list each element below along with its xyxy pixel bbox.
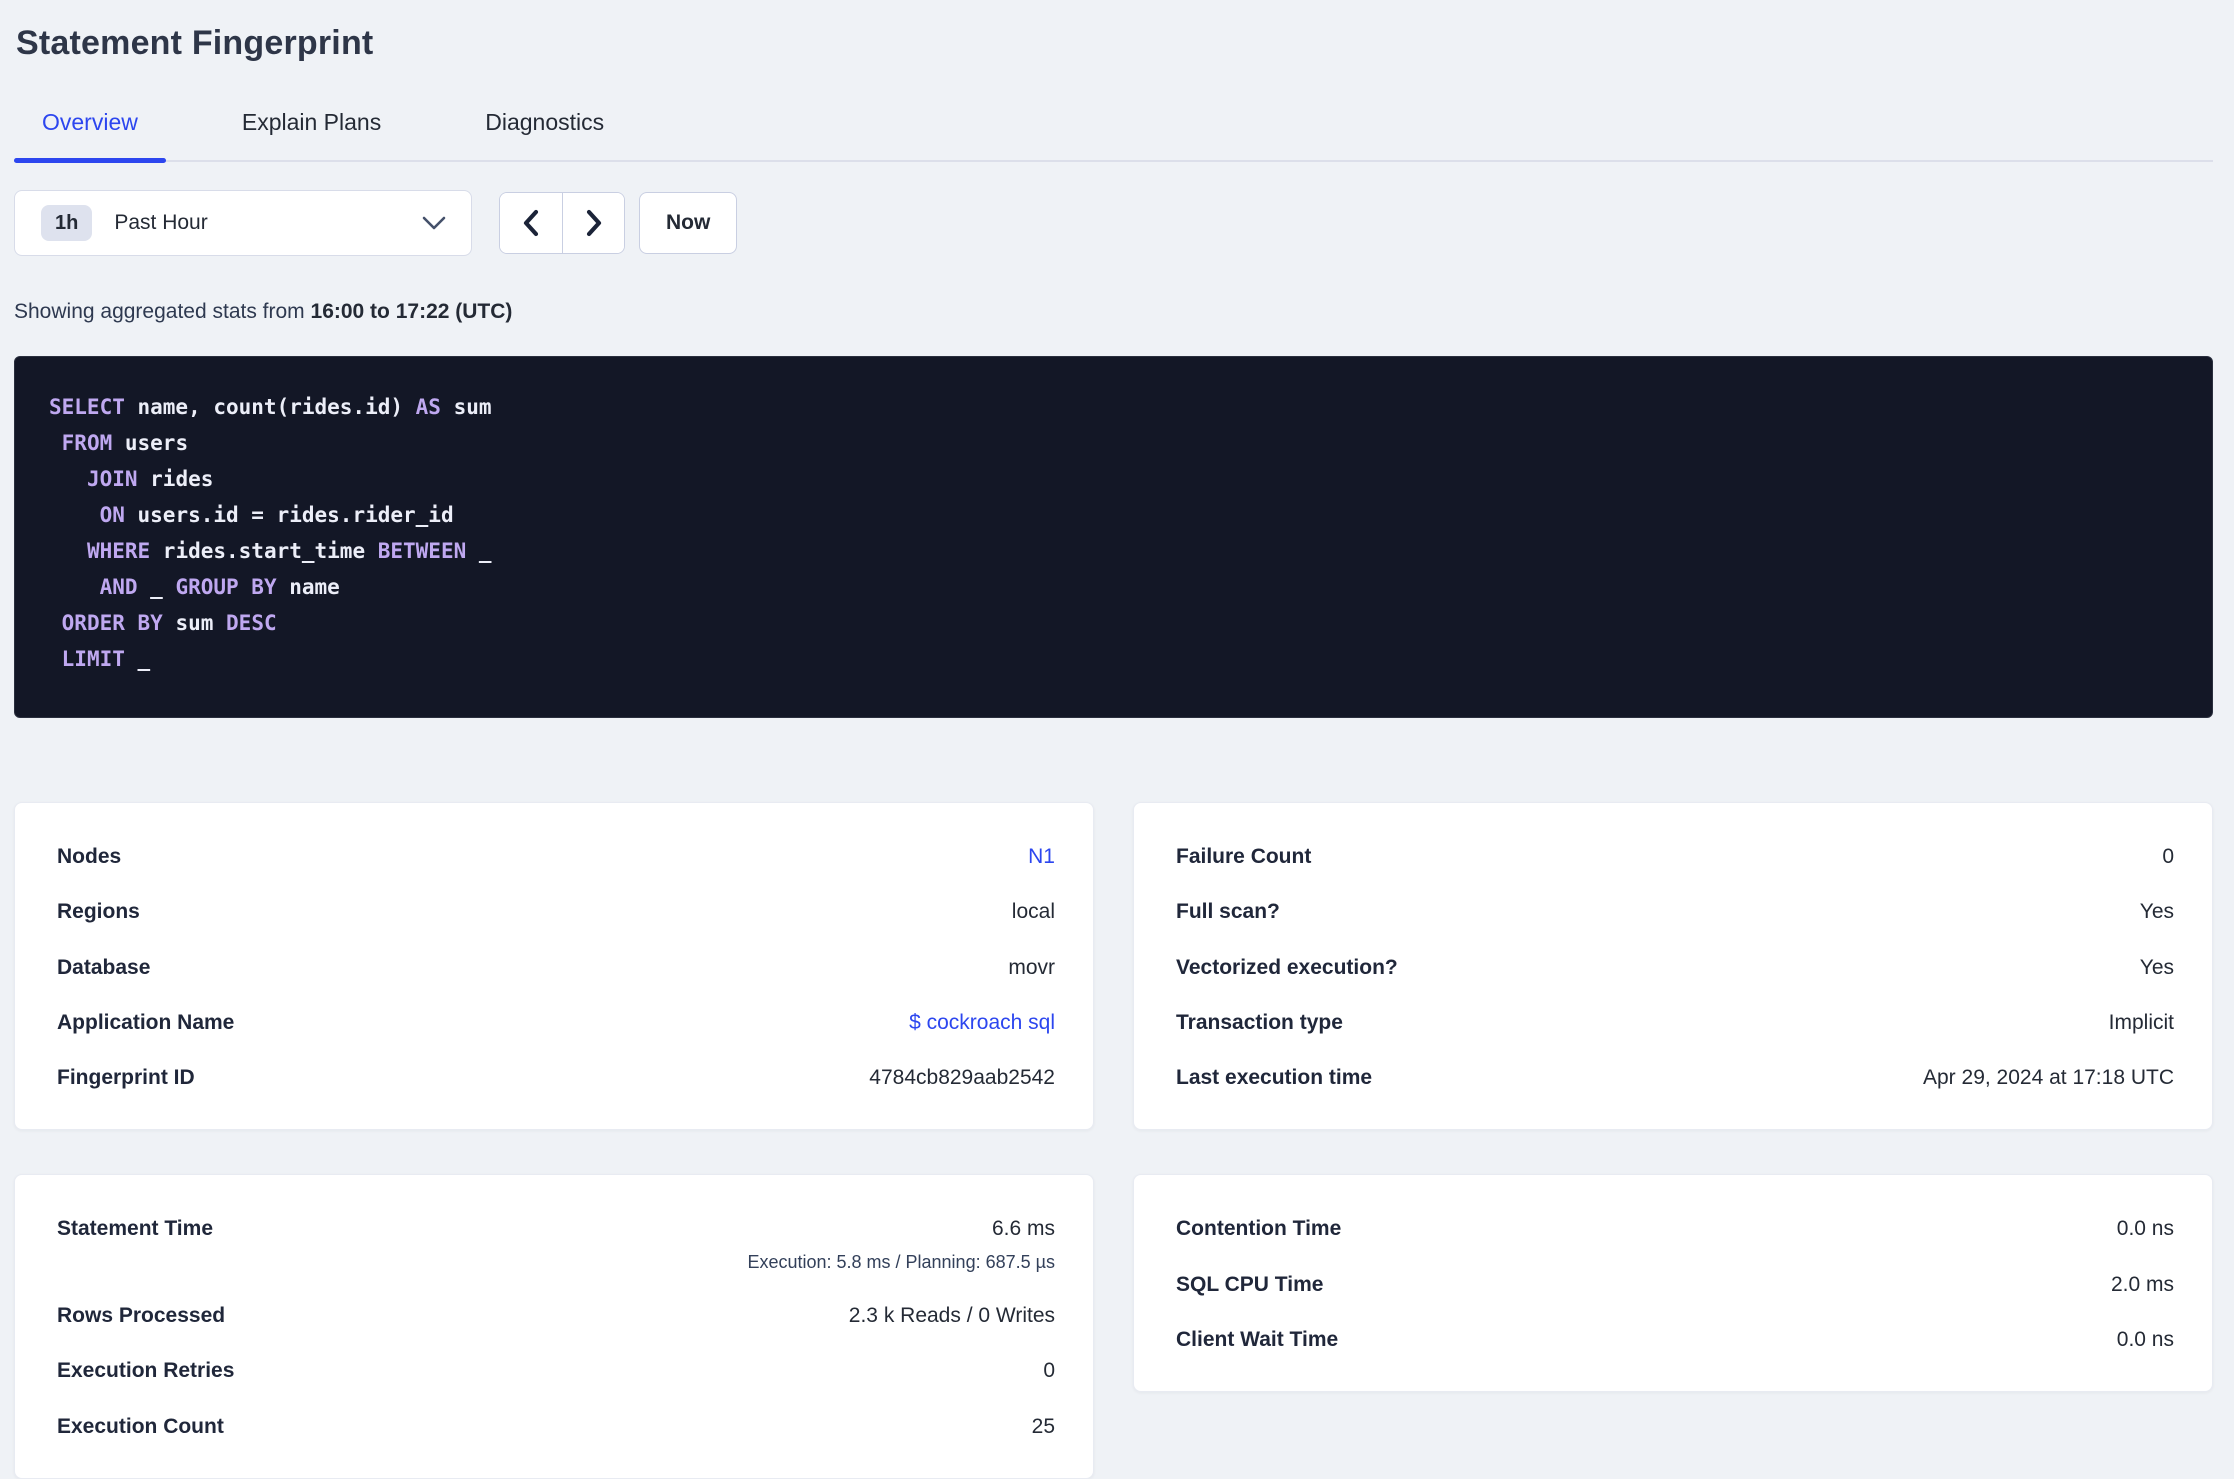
- aggregated-stats-caption: Showing aggregated stats from 16:00 to 1…: [14, 300, 2213, 324]
- stat-row: Transaction type Implicit: [1176, 995, 2174, 1050]
- stat-label: Statement Time: [57, 1217, 213, 1241]
- caption-prefix: Showing aggregated stats from: [14, 300, 311, 323]
- stat-value: 2.0 ms: [2110, 1272, 2174, 1296]
- wait-time-card: Contention Time 0.0 ns SQL CPU Time 2.0 ms C…: [1133, 1174, 2213, 1393]
- chevron-left-icon: [521, 209, 541, 237]
- stat-row: SQL CPU Time 2.0 ms: [1176, 1257, 2174, 1312]
- stat-value: local: [1011, 900, 1055, 924]
- stat-row: Client Wait Time 0.0 ns: [1176, 1312, 2174, 1367]
- stat-subvalue: Execution: 5.8 ms / Planning: 687.5 µs: [747, 1251, 1055, 1272]
- chevron-right-icon: [584, 209, 604, 237]
- stat-label: Transaction type: [1176, 1010, 1343, 1034]
- stat-value: 6.6 ms Execution: 5.8 ms / Planning: 687.…: [747, 1215, 1055, 1274]
- time-range-picker[interactable]: 1h Past Hour: [14, 190, 472, 256]
- tab-diagnostics[interactable]: Diagnostics: [457, 99, 632, 160]
- stat-label: Application Name: [57, 1010, 235, 1034]
- execution-attributes-card: Failure Count 0 Full scan? Yes Vectorized ex…: [1133, 802, 2213, 1131]
- stat-label: Last execution time: [1176, 1066, 1373, 1090]
- stat-label: Regions: [57, 900, 140, 924]
- time-controls: 1h Past Hour Now: [14, 190, 2213, 256]
- stat-value: 2.3 k Reads / 0 Writes: [848, 1304, 1055, 1328]
- timing-cards: Statement Time 6.6 ms Execution: 5.8 ms / …: [14, 1174, 2213, 1479]
- stat-value: Implicit: [2108, 1010, 2174, 1034]
- stat-label: Vectorized execution?: [1176, 955, 1398, 979]
- previous-interval-button[interactable]: [500, 193, 562, 253]
- stat-label: Rows Processed: [57, 1304, 226, 1328]
- stat-row: Vectorized execution? Yes: [1176, 940, 2174, 995]
- chevron-down-icon: [421, 215, 447, 231]
- stat-label: Contention Time: [1176, 1217, 1342, 1241]
- stat-value: 0.0 ns: [2116, 1328, 2174, 1352]
- time-step-buttons: [499, 192, 625, 254]
- stat-row: Failure Count 0: [1176, 829, 2174, 884]
- stat-row: Regions local: [57, 884, 1055, 939]
- stat-value: Yes: [2139, 900, 2174, 924]
- next-interval-button[interactable]: [562, 193, 624, 253]
- stat-value: Apr 29, 2024 at 17:18 UTC: [1923, 1066, 2174, 1090]
- stat-value: 0: [2162, 845, 2174, 868]
- statement-details-card: Nodes N1 Regions local Database movr Applicati…: [14, 802, 1094, 1131]
- sql-statement-code: SELECT name, count(rides.id) AS sum FROM…: [49, 395, 492, 671]
- stat-row: Application Name $ cockroach sql: [57, 995, 1055, 1050]
- stat-row: Full scan? Yes: [1176, 884, 2174, 939]
- stat-label: Client Wait Time: [1176, 1328, 1339, 1352]
- tabbar: Overview Explain Plans Diagnostics: [14, 99, 2213, 163]
- stat-row: Contention Time 0.0 ns: [1176, 1201, 2174, 1256]
- stat-label: Failure Count: [1176, 845, 1312, 868]
- statement-timing-card: Statement Time 6.6 ms Execution: 5.8 ms / …: [14, 1174, 1094, 1479]
- stat-label: SQL CPU Time: [1176, 1272, 1324, 1296]
- stat-row: Database movr: [57, 940, 1055, 995]
- tab-overview[interactable]: Overview: [14, 99, 166, 163]
- now-button[interactable]: Now: [639, 192, 738, 254]
- stat-row: Fingerprint ID 4784cb829aab2542: [57, 1050, 1055, 1105]
- caption-time-range: 16:00 to 17:22 (UTC): [310, 300, 513, 323]
- time-range-badge: 1h: [41, 205, 93, 241]
- stat-label: Execution Retries: [57, 1359, 235, 1383]
- stat-value: movr: [1008, 955, 1055, 979]
- stat-label: Database: [57, 955, 151, 979]
- stat-row: Nodes N1: [57, 829, 1055, 884]
- stat-value-link[interactable]: $ cockroach sql: [909, 1009, 1055, 1036]
- stat-row: Rows Processed 2.3 k Reads / 0 Writes: [57, 1288, 1055, 1343]
- tab-explain-plans[interactable]: Explain Plans: [214, 99, 409, 160]
- stat-value: 25: [1031, 1414, 1055, 1438]
- stat-value: 0: [1043, 1359, 1055, 1383]
- sql-statement-box: SELECT name, count(rides.id) AS sum FROM…: [14, 356, 2213, 718]
- stat-label: Full scan?: [1176, 900, 1280, 924]
- stat-value: 4784cb829aab2542: [869, 1066, 1055, 1090]
- time-range-label: Past Hour: [114, 211, 208, 234]
- stat-value: 0.0 ns: [2116, 1217, 2174, 1241]
- stat-row: Statement Time 6.6 ms Execution: 5.8 ms / …: [57, 1201, 1055, 1288]
- stat-row: Execution Retries 0: [57, 1343, 1055, 1398]
- stat-value-link[interactable]: N1: [1028, 843, 1055, 870]
- stat-label: Execution Count: [57, 1414, 224, 1438]
- page-title: Statement Fingerprint: [16, 24, 374, 62]
- stat-label: Fingerprint ID: [57, 1066, 195, 1090]
- stat-row: Execution Count 25: [57, 1399, 1055, 1454]
- statement-fingerprint-page: Statement Fingerprint Overview Explain P…: [0, 0, 2234, 1479]
- stat-value: Yes: [2139, 955, 2174, 979]
- stat-row: Last execution time Apr 29, 2024 at 17:18…: [1176, 1050, 2174, 1105]
- overview-cards: Nodes N1 Regions local Database movr Applicati…: [14, 802, 2213, 1131]
- stat-label: Nodes: [57, 845, 122, 868]
